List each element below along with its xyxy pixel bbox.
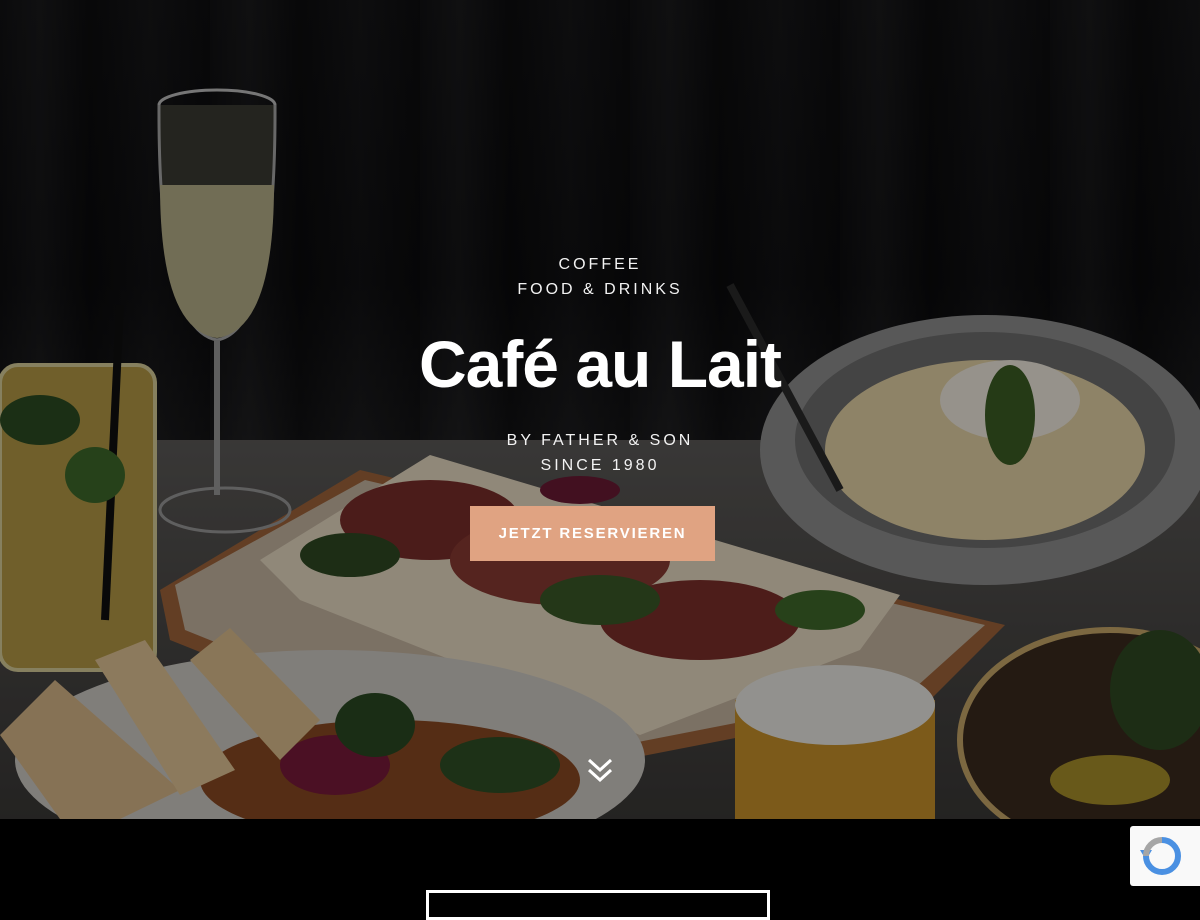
tagline-father-son: BY FATHER & SON — [506, 432, 694, 449]
reserve-button[interactable]: JETZT RESERVIEREN — [470, 506, 715, 561]
page-title: Café au Lait — [418, 327, 782, 401]
double-chevron-down-icon[interactable] — [586, 756, 614, 786]
hero-section: COFFEE FOOD & DRINKS Café au Lait BY FAT… — [0, 0, 1200, 819]
outline-button[interactable] — [426, 890, 770, 920]
tagline-food-drinks: FOOD & DRINKS — [517, 281, 683, 298]
tagline-coffee: COFFEE — [558, 256, 642, 273]
hero-content: COFFEE FOOD & DRINKS Café au Lait BY FAT… — [0, 0, 1200, 819]
recaptcha-badge[interactable] — [1130, 826, 1200, 886]
tagline-since: SINCE 1980 — [540, 457, 660, 474]
recaptcha-icon — [1140, 837, 1181, 875]
